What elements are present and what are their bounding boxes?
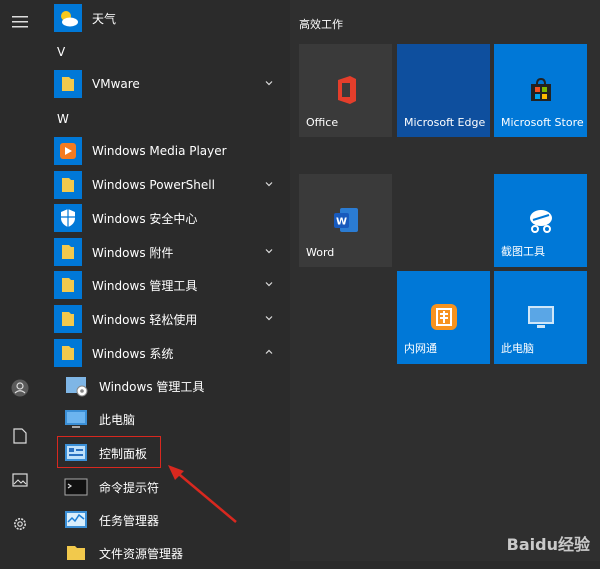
weather-icon [54, 4, 82, 32]
store-icon [530, 77, 551, 101]
word-icon: W [333, 208, 358, 232]
tile-label: 内网通 [404, 342, 437, 355]
chevron-up-icon[interactable] [264, 347, 274, 357]
document-icon [13, 428, 27, 444]
tile-office[interactable]: Office [299, 44, 392, 137]
app-windows-security[interactable]: Windows 安全中心 [54, 202, 290, 234]
folder-open-icon [54, 339, 82, 367]
media-player-icon [54, 137, 82, 165]
chevron-down-icon[interactable] [264, 179, 274, 189]
app-label: Windows 系统 [92, 346, 174, 361]
hamburger-menu-button[interactable] [8, 10, 32, 34]
tile-label: 此电脑 [501, 342, 534, 355]
tile-this-pc[interactable]: 此电脑 [494, 271, 587, 364]
app-label: 此电脑 [99, 412, 136, 427]
tile-snipping-tool[interactable]: 截图工具 [494, 174, 587, 267]
tile-microsoft-edge[interactable]: Microsoft Edge [397, 44, 490, 137]
app-label: Windows 附件 [92, 245, 174, 260]
app-windows-accessories[interactable]: Windows 附件 [54, 236, 290, 268]
computer-icon [62, 405, 90, 433]
tile-word[interactable]: W Word [299, 174, 392, 267]
letter-header-w[interactable]: W [57, 112, 69, 126]
intranet-icon [430, 304, 457, 330]
letter-header-v[interactable]: V [57, 45, 65, 59]
app-windows-powershell[interactable]: Windows PowerShell [54, 169, 290, 201]
folder-icon [54, 171, 82, 199]
shield-icon [54, 204, 82, 232]
folder-icon [54, 70, 82, 98]
chevron-down-icon[interactable] [264, 313, 274, 323]
app-windows-ease-of-access[interactable]: Windows 轻松使用 [54, 303, 290, 335]
app-windows-admin-tools[interactable]: Windows 管理工具 [54, 269, 290, 301]
tiles-panel: 高效工作 Office Microsoft Edge Microsoft Sto… [290, 0, 600, 561]
app-label: Windows 管理工具 [92, 278, 198, 293]
app-system-admin-tools[interactable]: Windows 管理工具 [62, 370, 290, 402]
tile-label: Microsoft Edge [404, 116, 486, 129]
folder-icon [54, 238, 82, 266]
snipping-tool-icon [529, 210, 552, 233]
app-label: 命令提示符 [99, 480, 160, 495]
tile-label: Microsoft Store [501, 116, 584, 129]
tile-microsoft-store[interactable]: Microsoft Store [494, 44, 587, 137]
folder-icon [62, 539, 90, 567]
annotation-arrow-icon [168, 465, 237, 523]
documents-button[interactable] [8, 424, 32, 448]
account-button[interactable] [8, 376, 32, 400]
tile-label: 截图工具 [501, 245, 545, 258]
terminal-icon [62, 473, 90, 501]
chevron-down-icon[interactable] [264, 78, 274, 88]
hamburger-icon [12, 16, 28, 28]
app-label: 文件资源管理器 [99, 546, 184, 561]
tile-label: Word [306, 246, 335, 259]
tile-label: Office [306, 116, 339, 129]
app-system-this-pc[interactable]: 此电脑 [62, 403, 290, 435]
tile-intranet[interactable]: 内网通 [397, 271, 490, 364]
computer-icon [527, 306, 554, 328]
app-label: Windows 管理工具 [99, 379, 205, 394]
chevron-down-icon[interactable] [264, 246, 274, 256]
task-manager-icon [62, 506, 90, 534]
app-windows-media-player[interactable]: Windows Media Player [54, 135, 290, 167]
app-label: Windows Media Player [92, 144, 227, 158]
gear-icon [14, 518, 26, 530]
office-icon [337, 76, 356, 104]
app-system-file-explorer[interactable]: 文件资源管理器 [62, 537, 290, 569]
watermark: Baidu经验 [506, 535, 590, 554]
app-label: Windows 轻松使用 [92, 312, 198, 327]
chevron-down-icon[interactable] [264, 279, 274, 289]
control-panel-highlight-box [57, 436, 161, 468]
app-label: VMware [92, 77, 140, 91]
folder-icon [54, 305, 82, 333]
app-label: Windows PowerShell [92, 178, 215, 192]
user-avatar-icon [11, 379, 29, 397]
app-label: 天气 [92, 11, 117, 26]
app-label: 任务管理器 [99, 513, 160, 528]
folder-icon [54, 271, 82, 299]
app-weather[interactable]: 天气 [54, 2, 290, 34]
settings-button[interactable] [8, 512, 32, 536]
tile-group-title[interactable]: 高效工作 [299, 16, 343, 32]
picture-icon [12, 473, 28, 487]
pictures-button[interactable] [8, 468, 32, 492]
app-vmware[interactable]: VMware [54, 68, 290, 100]
start-rail [0, 0, 40, 561]
admin-tools-icon [62, 372, 90, 400]
app-label: Windows 安全中心 [92, 211, 198, 226]
app-windows-system[interactable]: Windows 系统 [54, 337, 290, 369]
svg-text:W: W [335, 217, 346, 228]
